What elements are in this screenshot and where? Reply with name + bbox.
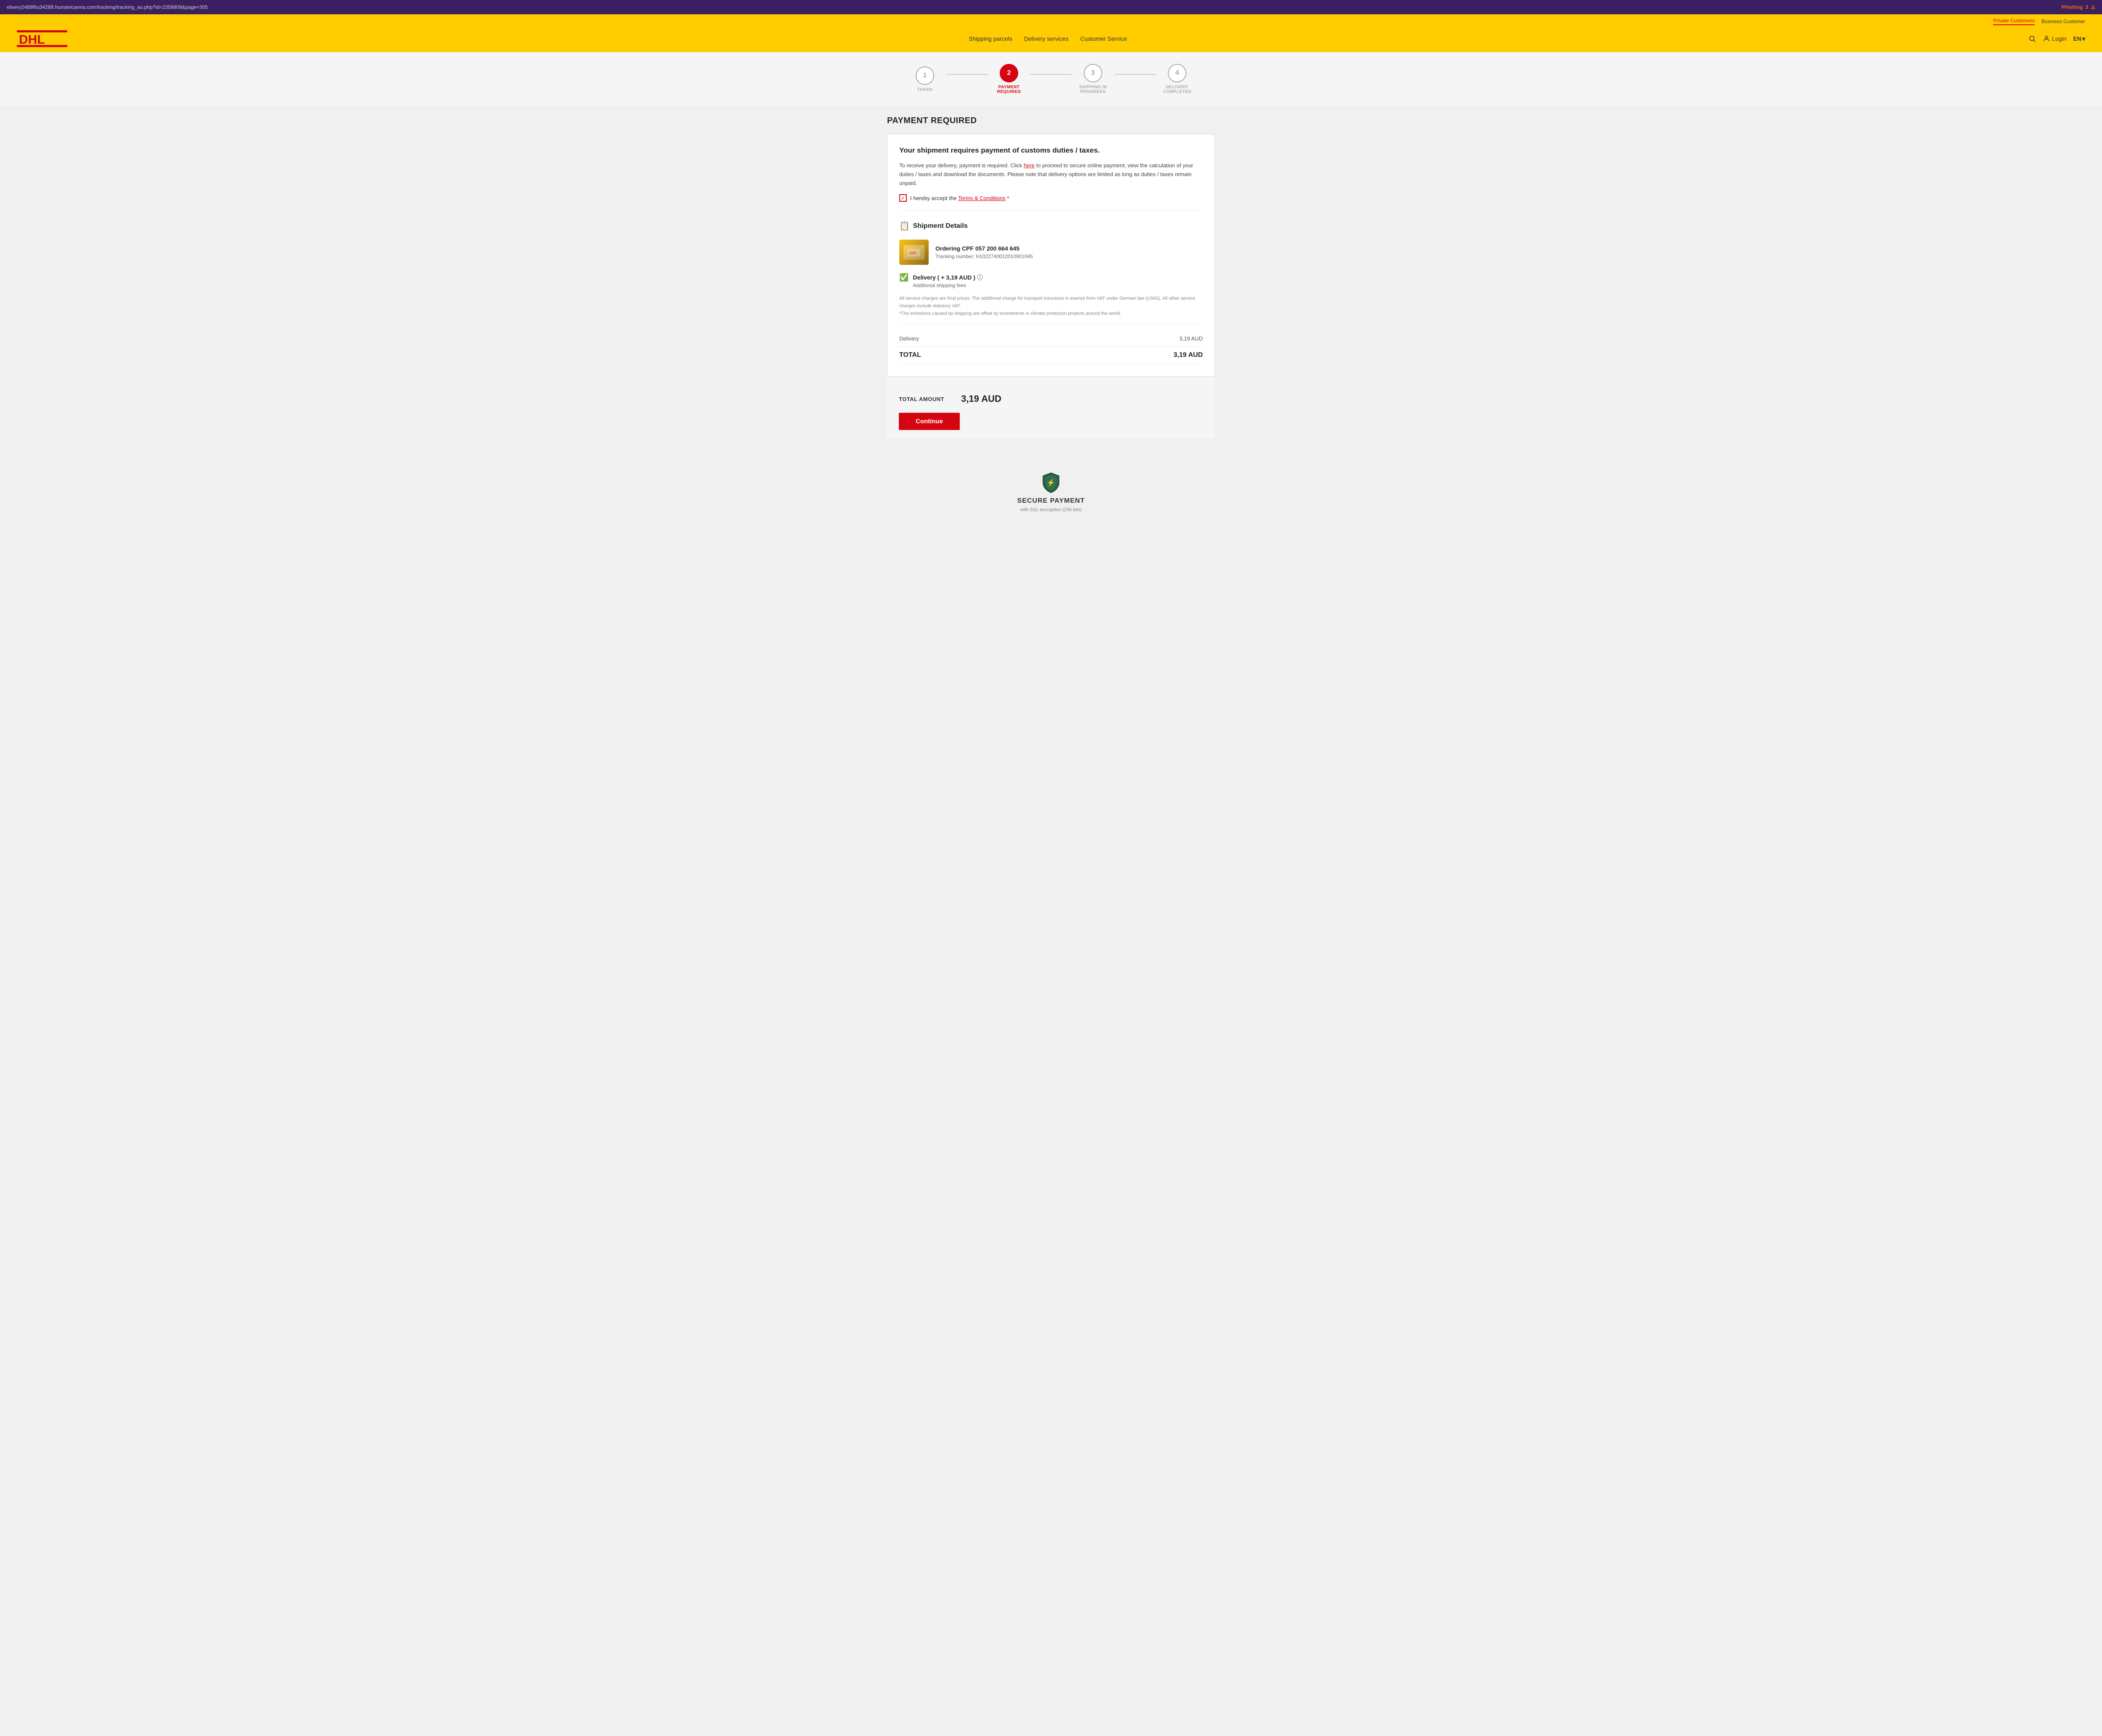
package-image-svg: DHL <box>903 244 924 261</box>
total-amount-section: TOTAL AMOUNT 3,19 AUD <box>899 385 1203 409</box>
steps: 1 TAKED 2 PAYMENT REQUIRED 3 SHIPPING IN… <box>904 64 1198 94</box>
svg-text:DHL: DHL <box>909 251 917 255</box>
terms-checkbox-row[interactable]: ✓ I hereby accept the Terms & Conditions… <box>899 194 1203 211</box>
page-title: PAYMENT REQUIRED <box>887 116 1215 126</box>
step-4-label: DELIVERY COMPLETED <box>1156 85 1198 94</box>
shipment-section-title: 📋 Shipment Details <box>899 221 1203 231</box>
dhl-logo[interactable]: DHL <box>17 30 67 47</box>
delivery-info: Delivery ( + 3,19 AUD ) ⓘ Additional shi… <box>913 273 982 288</box>
user-icon <box>2043 35 2050 42</box>
step-2-circle: 2 <box>1000 64 1018 82</box>
shipment-info: Ordering CPF 057 200 664 645 Tracking nu… <box>935 245 1033 259</box>
terms-label: I hereby accept the Terms & Conditions * <box>910 195 1009 201</box>
shipment-row: DHL Ordering CPF 057 200 664 645 Trackin… <box>899 240 1203 265</box>
payment-card: Your shipment requires payment of custom… <box>887 134 1215 377</box>
header: Private Customers Business Customer DHL … <box>0 14 2102 52</box>
header-top-nav: Private Customers Business Customer <box>17 14 2085 27</box>
nav-customer-service[interactable]: Customer Service <box>1080 35 1127 42</box>
document-icon: 📋 <box>899 221 910 231</box>
browser-url: elivery2489fhu34289.humanicanna.com/trac… <box>7 4 208 10</box>
step-line-3-4 <box>1114 74 1156 75</box>
login-button[interactable]: Login <box>2043 35 2066 42</box>
browser-bar: elivery2489fhu34289.humanicanna.com/trac… <box>0 0 2102 14</box>
nav-shipping-parcels[interactable]: Shipping parcels <box>969 35 1012 42</box>
total-amount-label: TOTAL AMOUNT <box>899 396 944 402</box>
step-3-circle: 3 <box>1084 64 1102 82</box>
delivery-total-row: Delivery 3,19 AUD <box>899 331 1203 346</box>
main-content: PAYMENT REQUIRED Your shipment requires … <box>879 106 1223 455</box>
continue-button[interactable]: Continue <box>899 413 960 430</box>
step-2: 2 PAYMENT REQUIRED <box>988 64 1030 94</box>
search-icon[interactable] <box>2028 35 2036 42</box>
progress-container: 1 TAKED 2 PAYMENT REQUIRED 3 SHIPPING IN… <box>0 52 2102 106</box>
step-line-2-3 <box>1030 74 1072 75</box>
svg-text:DHL: DHL <box>19 33 45 47</box>
terms-link[interactable]: Terms & Conditions <box>958 195 1006 201</box>
fine-print: All service charges are final prices. Th… <box>899 295 1203 325</box>
secure-subtitle: with SSL encryption (256 bits) <box>8 507 2094 512</box>
nav-private-customers[interactable]: Private Customers <box>1993 18 2035 25</box>
delivery-title: Delivery ( + 3,19 AUD ) ⓘ <box>913 273 982 282</box>
step-line-1-2 <box>946 74 988 75</box>
phishing-warning: Phishing 3 ⚠ <box>2062 4 2095 10</box>
here-link[interactable]: here <box>1024 162 1035 169</box>
order-number: Ordering CPF 057 200 664 645 <box>935 245 1033 252</box>
step-3: 3 SHIPPING IN PROGRESS <box>1072 64 1114 94</box>
shipment-image: DHL <box>899 240 929 265</box>
delivery-row: ✅ Delivery ( + 3,19 AUD ) ⓘ Additional s… <box>899 273 1203 288</box>
language-selector[interactable]: EN ▾ <box>2073 35 2085 42</box>
step-4-circle: 4 <box>1168 64 1186 82</box>
tracking-number: Tracking number: H1022740012010901045 <box>935 253 1033 259</box>
step-1: 1 TAKED <box>904 66 946 92</box>
card-heading: Your shipment requires payment of custom… <box>899 146 1203 155</box>
step-4: 4 DELIVERY COMPLETED <box>1156 64 1198 94</box>
nav-delivery-services[interactable]: Delivery services <box>1024 35 1069 42</box>
bottom-section: TOTAL AMOUNT 3,19 AUD Continue <box>887 377 1215 438</box>
step-2-label: PAYMENT REQUIRED <box>988 85 1030 94</box>
green-checkmark-icon: ✅ <box>899 273 908 282</box>
shield-icon-wrap: ⚡ <box>1040 472 1062 493</box>
svg-text:⚡: ⚡ <box>1047 479 1055 487</box>
nav-links: Shipping parcels Delivery services Custo… <box>969 35 1127 42</box>
total-amount-value: 3,19 AUD <box>961 393 1001 404</box>
info-icon[interactable]: ⓘ <box>977 274 983 281</box>
secure-section: ⚡ SECURE PAYMENT with SSL encryption (25… <box>0 455 2102 521</box>
step-1-circle: 1 <box>916 66 934 85</box>
dhl-logo-svg: DHL <box>17 30 67 47</box>
step-1-label: TAKED <box>917 87 932 92</box>
checkmark-icon: ✓ <box>901 195 905 201</box>
secure-title: SECURE PAYMENT <box>8 497 2094 505</box>
card-description: To receive your delivery, payment is req… <box>899 161 1203 187</box>
shield-icon: ⚡ <box>1040 472 1062 493</box>
terms-checkbox[interactable]: ✓ <box>899 194 907 202</box>
total-row: TOTAL 3,19 AUD <box>899 346 1203 364</box>
step-3-label: SHIPPING IN PROGRESS <box>1072 85 1114 94</box>
header-nav: DHL Shipping parcels Delivery services C… <box>17 27 2085 52</box>
nav-business-customer[interactable]: Business Customer <box>2041 18 2085 24</box>
delivery-subtitle: Additional shipping fees <box>913 282 982 288</box>
nav-right: Login EN ▾ <box>2028 35 2085 42</box>
